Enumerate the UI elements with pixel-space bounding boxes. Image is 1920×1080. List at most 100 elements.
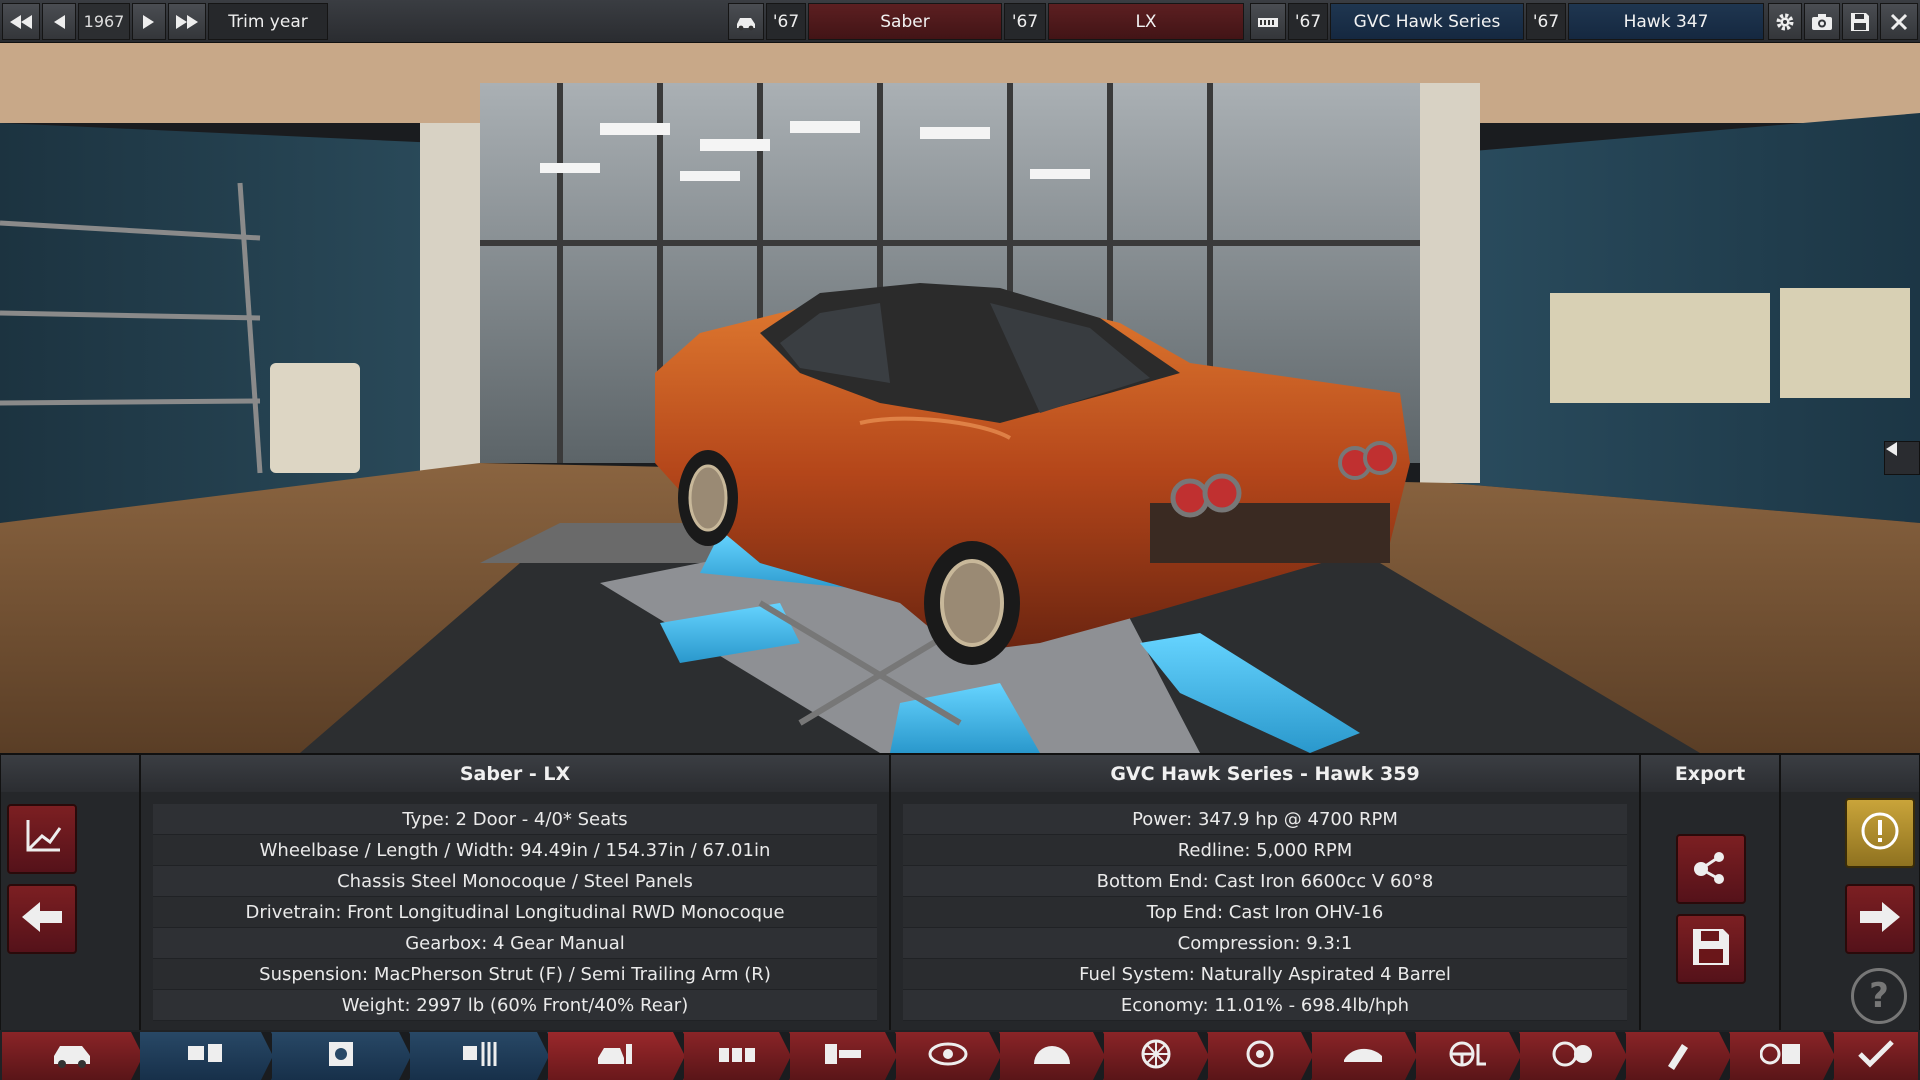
stat-row: Compression: 9.3:1 [903,928,1627,959]
engine-stats-panel: Power: 347.9 hp @ 4700 RPM Redline: 5,000… [890,792,1640,1030]
screenshot-button[interactable] [1804,3,1840,40]
car-stats-title: Saber - LX [140,755,890,792]
engine-selector-button[interactable] [1250,3,1286,40]
year-display[interactable]: 1967 [78,3,130,40]
nav-tab-trim-overview[interactable] [548,1032,684,1080]
settings-button[interactable] [1768,3,1802,40]
export-title: Export [1640,755,1780,792]
arrow-right-icon [1860,902,1900,936]
nav-tab-gearbox[interactable] [790,1032,896,1080]
car-stats-list: Type: 2 Door - 4/0* Seats Wheelbase / Len… [153,804,877,1021]
engine-family-field[interactable]: GVC Hawk Series [1330,3,1524,40]
nav-tab-fuel[interactable] [1626,1032,1730,1080]
export-save-button[interactable] [1676,914,1746,984]
camera-reset-button[interactable] [7,804,77,874]
nav-tab-brakes[interactable] [1208,1032,1312,1080]
engine-stats-list: Power: 347.9 hp @ 4700 RPM Redline: 5,000… [903,804,1627,1021]
help-icon: ? [1869,976,1889,1016]
engine-variant-year: '67 [1526,3,1566,40]
nav-tab-chassis[interactable] [896,1032,1000,1080]
model-name-field[interactable]: Saber [808,3,1002,40]
right-column-header [1780,755,1920,792]
save-button[interactable] [1842,3,1878,40]
right-nav-column: ? [1780,792,1920,1030]
nav-tab-engine-heads[interactable] [272,1032,410,1080]
share-icon [1691,849,1731,889]
nav-tab-steering[interactable] [1416,1032,1520,1080]
nav-tab-confirm[interactable] [1834,1032,1918,1080]
engine-variant-field[interactable]: Hawk 347 [1568,3,1764,40]
brakes-icon [1238,1036,1282,1076]
nav-tab-engine-block[interactable] [140,1032,272,1080]
camera-icon [1811,13,1833,31]
nav-tab-engine-tune[interactable] [410,1032,548,1080]
fast-forward-icon [175,14,199,29]
fuel-icon [1656,1036,1700,1076]
stat-row: Drivetrain: Front Longitudinal Longitudi… [153,897,877,928]
model-year: '67 [766,3,806,40]
nav-tab-car-body[interactable] [2,1032,142,1080]
top-bar: 1967 Trim year '67 Saber '67 LX '67 GVC … [0,0,1920,43]
car-icon [734,13,758,31]
safety-icon [1551,1036,1595,1076]
stat-row: Fuel System: Naturally Aspirated 4 Barre… [903,959,1627,990]
engine-icon [1256,14,1280,30]
engine-block-icon [184,1036,228,1076]
next-button[interactable] [1845,884,1915,954]
trim-name-field[interactable]: LX [1048,3,1244,40]
gearbox-icon [821,1036,865,1076]
trim-year: '67 [1004,3,1046,40]
rewind-year-button[interactable] [2,3,40,40]
back-button[interactable] [7,884,77,954]
engine-tune-icon [457,1036,501,1076]
engine-family-year: '67 [1288,3,1328,40]
close-button[interactable] [1880,3,1918,40]
step-forward-icon [142,14,156,29]
stat-row: Weight: 2997 lb (60% Front/40% Rear) [153,990,877,1021]
stat-row: Suspension: MacPherson Strut (F) / Semi … [153,959,877,990]
trim-overview-icon [594,1036,638,1076]
rewind-icon [9,14,33,29]
left-column-header [0,755,140,792]
test-icon [1759,1036,1804,1076]
car-stats-panel: Type: 2 Door - 4/0* Seats Wheelbase / Len… [140,792,890,1030]
confirm-icon [1854,1036,1898,1076]
nav-tab-wheels[interactable] [1104,1032,1208,1080]
nav-tab-safety[interactable] [1520,1032,1626,1080]
help-button[interactable]: ? [1851,968,1907,1024]
stat-row: Gearbox: 4 Gear Manual [153,928,877,959]
warning-icon [1860,811,1900,855]
collapse-side-panel-button[interactable] [1884,441,1920,475]
chassis-icon [926,1036,970,1076]
save-icon [1691,927,1731,971]
previous-year-button[interactable] [42,3,76,40]
nav-tab-seats[interactable] [684,1032,790,1080]
fast-forward-year-button[interactable] [168,3,206,40]
stat-row: Wheelbase / Length / Width: 94.49in / 15… [153,835,877,866]
nav-tab-test[interactable] [1730,1032,1834,1080]
axis-icon [20,818,64,860]
stat-row: Economy: 11.01% - 698.4lb/hph [903,990,1627,1021]
share-button[interactable] [1676,834,1746,904]
car-viewport[interactable] [0,43,1920,753]
model-selector-button[interactable] [728,3,764,40]
export-panel [1640,792,1780,1030]
seats-icon [715,1036,759,1076]
stat-row: Type: 2 Door - 4/0* Seats [153,804,877,835]
warnings-button[interactable] [1845,798,1915,868]
engine-heads-icon [319,1036,363,1076]
info-panel: Saber - LX Type: 2 Door - 4/0* Seats Whee… [0,753,1920,1030]
stat-row: Bottom End: Cast Iron 6600cc V 60°8 [903,866,1627,897]
suspension-icon [1030,1036,1074,1076]
stat-row: Power: 347.9 hp @ 4700 RPM [903,804,1627,835]
nav-tab-suspension[interactable] [1000,1032,1104,1080]
arrow-left-icon [22,902,62,936]
garage-scene [0,43,1920,753]
bottom-navigation [0,1030,1920,1080]
next-year-button[interactable] [132,3,166,40]
engine-stats-title: GVC Hawk Series - Hawk 359 [890,755,1640,792]
save-icon [1850,12,1870,32]
nav-tab-aero[interactable] [1312,1032,1416,1080]
step-back-icon [52,14,66,29]
aero-icon [1342,1036,1386,1076]
